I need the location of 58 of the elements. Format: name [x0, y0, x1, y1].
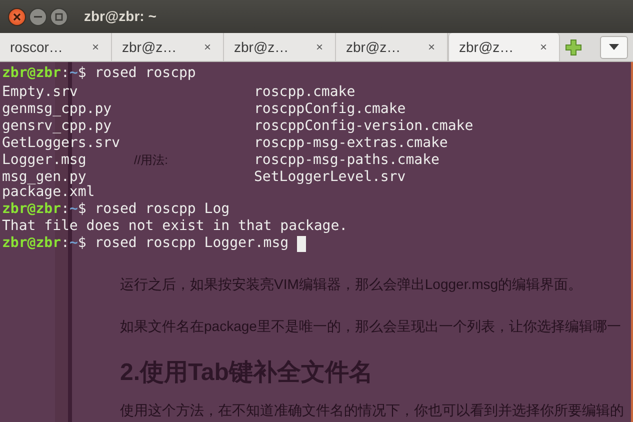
- command-text: rosed roscpp Log: [94, 200, 230, 219]
- command-text: rosed roscpp Logger.msg: [94, 234, 289, 253]
- file-name: roscppConfig-version.cmake: [254, 117, 474, 136]
- file-name: Empty.srv: [2, 83, 78, 102]
- tab-menu-button[interactable]: [600, 36, 628, 58]
- file-name: roscpp-msg-extras.cmake: [254, 134, 448, 153]
- file-name: GetLoggers.srv: [2, 134, 120, 153]
- tab-close-button[interactable]: ×: [92, 38, 99, 56]
- prompt-separator: :: [61, 64, 70, 83]
- prompt-user: zbr@zbr: [2, 200, 62, 219]
- file-name: gensrv_cpp.py: [2, 117, 112, 136]
- tab-close-button[interactable]: ×: [540, 38, 547, 56]
- terminal-tab[interactable]: zbr@z… ×: [336, 33, 448, 61]
- tab-label: zbr@z…: [459, 38, 514, 56]
- prompt-path: ~: [69, 234, 78, 253]
- tab-label: roscor…: [10, 38, 63, 56]
- file-name: msg_gen.py: [2, 168, 86, 185]
- terminal-tab[interactable]: zbr@z… ×: [112, 33, 224, 61]
- terminal-tab[interactable]: zbr@z… ×: [224, 33, 336, 61]
- tab-close-button[interactable]: ×: [316, 38, 323, 56]
- file-name: genmsg_cpp.py: [2, 100, 112, 119]
- file-name: SetLoggerLevel.srv: [254, 168, 406, 187]
- prompt-path: ~: [69, 200, 78, 219]
- minimize-button[interactable]: [29, 8, 47, 26]
- code-comment: //用法:: [134, 152, 168, 169]
- tab-close-button[interactable]: ×: [428, 38, 435, 56]
- minimize-icon: [34, 16, 42, 18]
- terminal-tab[interactable]: roscor… ×: [0, 33, 112, 61]
- output-text: That file does not exist in that package.: [2, 217, 348, 236]
- window-title: zbr@zbr: ~: [84, 7, 156, 26]
- prompt-separator: :: [61, 200, 70, 219]
- background-paragraph: 使用这个方法，在不知道准确文件名的情况下，你也可以看到并选择你所要编辑的: [120, 401, 624, 420]
- prompt-user: zbr@zbr: [2, 64, 62, 83]
- file-name: roscppConfig.cmake: [254, 100, 406, 119]
- file-name: Logger.msg: [2, 151, 86, 170]
- output-text: package.xml: [2, 184, 95, 202]
- caret-icon: [609, 44, 619, 50]
- tab-label: zbr@z…: [346, 38, 401, 56]
- prompt-symbol: $: [78, 234, 86, 253]
- file-name: roscpp.cmake: [254, 83, 356, 102]
- prompt-user: zbr@zbr: [2, 234, 62, 253]
- prompt-symbol: $: [78, 64, 86, 83]
- close-icon: [13, 12, 21, 20]
- background-paragraph: 运行之后，如果按安装亮VIM编辑器，那么会弹出Logger.msg的编辑界面。: [120, 275, 584, 294]
- close-button[interactable]: [8, 8, 26, 26]
- maximize-icon: [55, 12, 63, 20]
- tab-label: zbr@z…: [122, 38, 177, 56]
- prompt-separator: :: [61, 234, 70, 253]
- tab-label: zbr@z…: [234, 38, 289, 56]
- file-name: roscpp-msg-paths.cmake: [254, 151, 440, 170]
- prompt-symbol: $: [78, 200, 86, 219]
- tab-close-button[interactable]: ×: [204, 38, 211, 56]
- background-paragraph: 如果文件名在package里不是唯一的，那么会呈现出一个列表，让你选择编辑哪一: [120, 317, 622, 336]
- prompt-path: ~: [69, 64, 78, 83]
- terminal-tab[interactable]: zbr@z… ×: [448, 33, 560, 61]
- maximize-button[interactable]: [50, 8, 68, 26]
- command-text: rosed roscpp: [94, 64, 196, 83]
- new-tab-icon[interactable]: [565, 38, 582, 56]
